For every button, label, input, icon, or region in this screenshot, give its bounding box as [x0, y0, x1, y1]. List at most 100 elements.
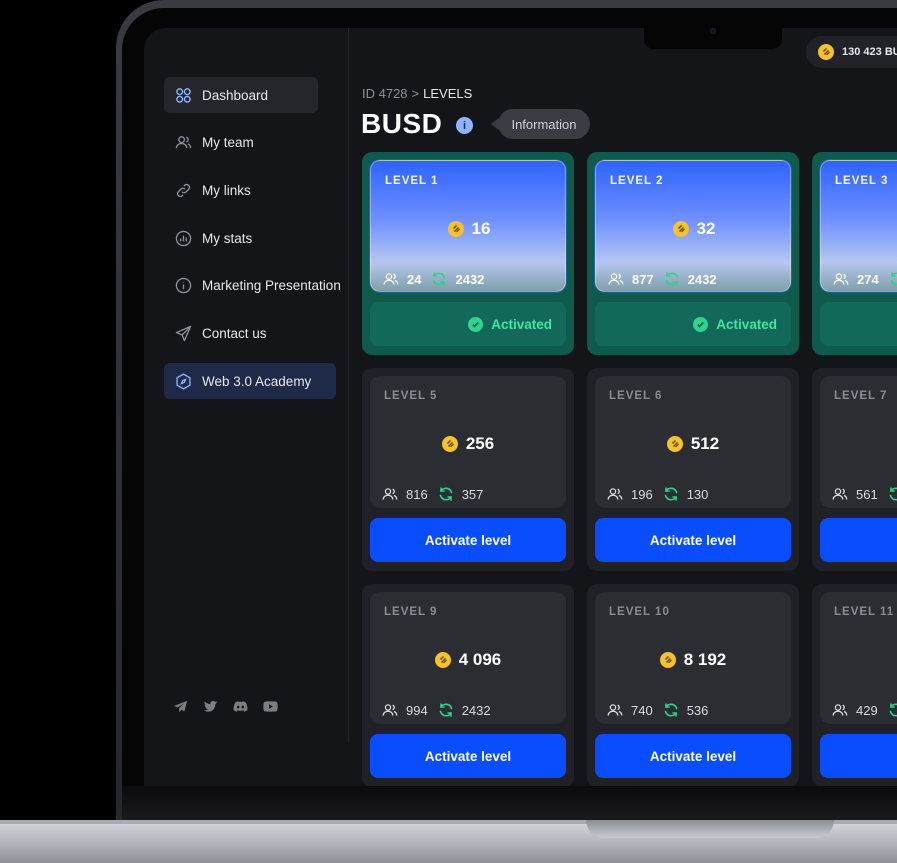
level-card[interactable]: LEVEL 3 274: [812, 152, 897, 355]
level-label: LEVEL 3: [835, 175, 889, 187]
users-icon: [608, 271, 624, 287]
level-label: LEVEL 9: [384, 606, 438, 618]
compass-icon: [174, 372, 192, 390]
sidebar-item-web3-academy[interactable]: Web 3.0 Academy: [164, 363, 336, 400]
level-card[interactable]: LEVEL 9 4 096 994 2432 Activate level: [362, 584, 574, 786]
users-icon: [833, 271, 849, 287]
level-card[interactable]: LEVEL 2 32 877 2432 Activated: [587, 152, 799, 355]
level-price: 16: [371, 219, 567, 239]
users-icon: [832, 702, 848, 718]
info-icon[interactable]: i: [456, 117, 473, 134]
level-stats: 24 2432: [383, 271, 484, 287]
sidebar-item-my-stats[interactable]: My stats: [164, 220, 318, 256]
level-card[interactable]: LEVEL 6 512 196 130 Activate level: [587, 368, 799, 571]
cycle-icon: [888, 486, 897, 502]
activate-level-button[interactable]: Activate level: [595, 734, 791, 778]
app-screen: Dashboard My team My links My stats Mark…: [144, 28, 897, 786]
level-label: LEVEL 6: [609, 390, 663, 402]
activate-level-button[interactable]: Activate level: [370, 518, 566, 562]
activated-label: Activated: [716, 316, 777, 332]
breadcrumb-separator: >: [411, 86, 420, 101]
sidebar-nav: Dashboard My team My links My stats Mark…: [164, 77, 354, 411]
send-icon: [174, 324, 192, 342]
activate-level-button[interactable]: Acti: [820, 734, 897, 778]
busd-coin-icon: [818, 44, 834, 60]
activated-label: Activated: [491, 316, 552, 332]
level-stats: 877 2432: [608, 271, 717, 287]
twitter-icon[interactable]: [202, 698, 218, 714]
level-price-value: 32: [696, 219, 716, 238]
activate-level-button[interactable]: Activate level: [370, 734, 566, 778]
level-card-inner: LEVEL 11 429: [820, 592, 897, 724]
level-card[interactable]: LEVEL 7 561 Acti: [812, 368, 897, 571]
social-links: [172, 698, 278, 714]
cycle-icon: [431, 271, 447, 287]
busd-coin-icon: [447, 221, 464, 237]
level-label: LEVEL 10: [609, 606, 670, 618]
level-stats: 816 357: [382, 486, 483, 502]
balance-value: 130 423 BU: [842, 46, 897, 58]
breadcrumb-current: LEVELS: [423, 86, 473, 101]
level-price-value: 8 192: [683, 650, 727, 669]
users-icon: [832, 486, 848, 502]
activate-level-button[interactable]: Acti: [820, 518, 897, 562]
breadcrumb: ID 4728 > LEVELS: [362, 86, 472, 101]
partners-count: 196: [631, 486, 653, 502]
partners-count: 561: [856, 486, 878, 502]
level-price-value: 16: [471, 219, 491, 238]
level-stats: 429: [832, 702, 897, 718]
activated-status: [820, 302, 897, 346]
level-card[interactable]: LEVEL 1 16 24 2432 Activated: [362, 152, 574, 355]
level-price: 256: [370, 434, 566, 454]
balance-pill[interactable]: 130 423 BU: [806, 36, 897, 68]
cycles-count: 536: [686, 702, 709, 718]
users-icon: [607, 486, 623, 502]
sidebar-item-dashboard[interactable]: Dashboard: [164, 77, 318, 113]
level-price: [820, 650, 897, 666]
level-card-inner: LEVEL 10 8 192 740 536: [595, 592, 791, 724]
discord-icon[interactable]: [232, 698, 248, 714]
busd-coin-icon: [434, 652, 451, 668]
sidebar-item-marketing-presentation[interactable]: Marketing Presentation: [164, 268, 354, 304]
info-circle-icon: [174, 277, 192, 295]
telegram-icon[interactable]: [172, 698, 188, 714]
partners-count: 994: [406, 702, 428, 718]
cycle-icon: [889, 271, 897, 287]
sidebar-item-contact-us[interactable]: Contact us: [164, 315, 318, 351]
sidebar-item-label: Dashboard: [202, 87, 269, 103]
youtube-icon[interactable]: [262, 698, 278, 714]
level-price: 4 096: [370, 650, 566, 670]
level-price: [821, 219, 897, 235]
sidebar-item-label: Web 3.0 Academy: [202, 373, 312, 389]
level-card[interactable]: LEVEL 5 256 816 357 Activate level: [362, 368, 574, 571]
level-card-inner: LEVEL 1 16 24 2432: [370, 160, 566, 292]
level-stats: 740 536: [607, 702, 708, 718]
breadcrumb-id[interactable]: ID 4728: [362, 86, 408, 101]
level-card[interactable]: LEVEL 10 8 192 740 536 Activate level: [587, 584, 799, 786]
check-icon: [468, 316, 484, 332]
sidebar-item-my-links[interactable]: My links: [164, 172, 318, 208]
level-price: 8 192: [595, 650, 791, 670]
cycle-icon: [664, 271, 680, 287]
users-icon: [174, 134, 192, 152]
level-card-inner: LEVEL 3 274: [820, 160, 897, 292]
sidebar-item-label: My team: [202, 135, 254, 151]
page-title: BUSD: [361, 108, 443, 139]
busd-coin-icon: [666, 436, 683, 452]
sidebar-item-label: My stats: [202, 230, 253, 246]
level-card-inner: LEVEL 5 256 816 357: [370, 376, 566, 508]
sidebar-item-my-team[interactable]: My team: [164, 125, 318, 161]
partners-count: 877: [632, 271, 654, 287]
level-card[interactable]: LEVEL 11 429 Acti: [812, 584, 897, 786]
activate-level-button[interactable]: Activate level: [595, 518, 791, 562]
grid-icon: [174, 86, 192, 104]
level-stats: 994 2432: [382, 702, 491, 718]
level-label: LEVEL 1: [385, 175, 439, 187]
camera-notch: [644, 28, 782, 49]
cycles-count: 2432: [687, 271, 717, 287]
link-icon: [174, 181, 192, 199]
partners-count: 274: [857, 271, 879, 287]
level-stats: 561: [832, 486, 897, 502]
laptop-base-notch: [586, 820, 834, 838]
info-tooltip: Information: [491, 109, 590, 139]
